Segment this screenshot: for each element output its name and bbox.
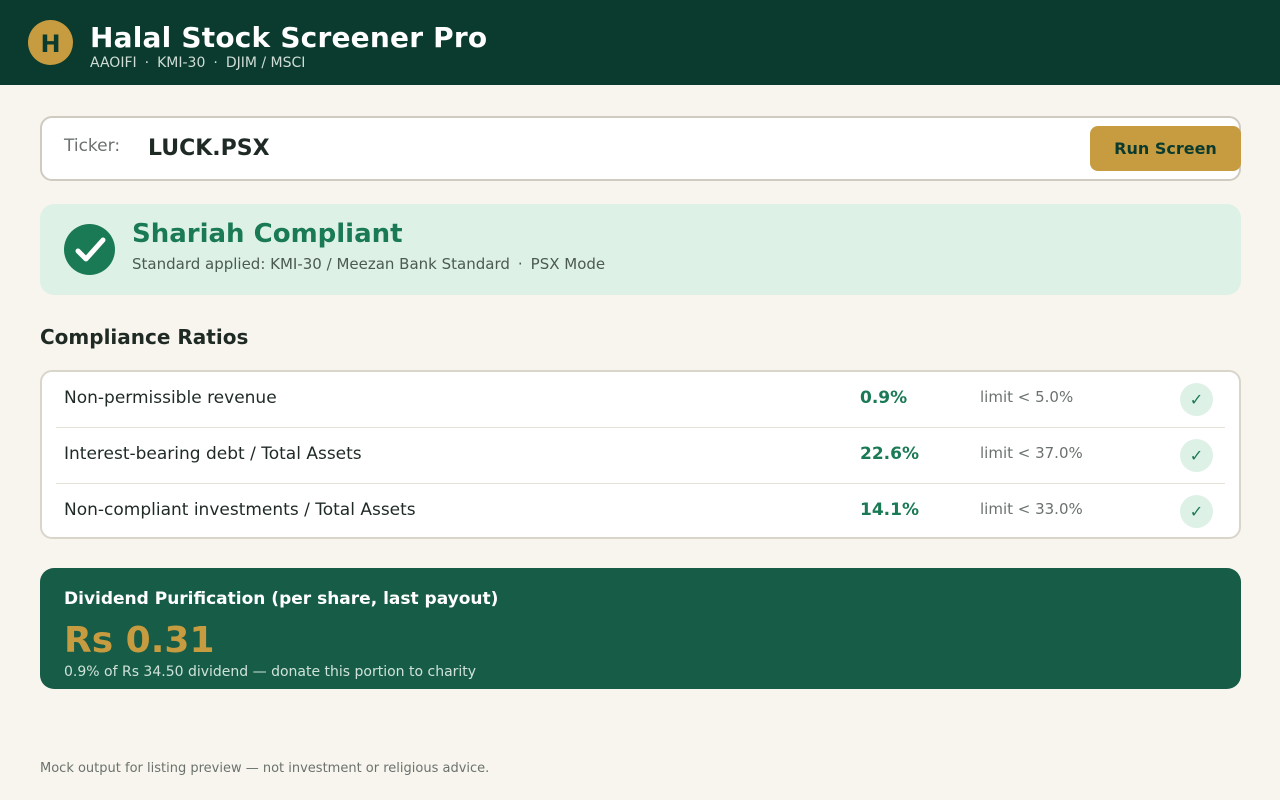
ratio-name: Interest-bearing debt / Total Assets: [64, 444, 362, 464]
compliance-ratios-heading: Compliance Ratios: [40, 325, 249, 349]
pass-check-icon: ✓: [1180, 495, 1213, 528]
logo-letter: H: [40, 30, 61, 58]
disclaimer-footer: Mock output for listing preview — not in…: [40, 761, 490, 776]
status-title: Shariah Compliant: [132, 219, 403, 249]
purification-title: Dividend Purification (per share, last p…: [64, 589, 499, 609]
purification-note: 0.9% of Rs 34.50 dividend — donate this …: [64, 664, 477, 680]
compliance-ratios-table: Non-permissible revenue 0.9% limit < 5.0…: [40, 370, 1241, 539]
standard-applied: Standard applied: KMI-30 / Meezan Bank S…: [132, 255, 510, 273]
app-title: Halal Stock Screener Pro: [90, 21, 488, 54]
separator-dot: ·: [144, 55, 150, 71]
ticker-input[interactable]: [148, 128, 1048, 168]
ratio-value: 22.6%: [860, 444, 919, 464]
standards-list: AAOIFI · KMI-30 · DJIM / MSCI: [90, 55, 305, 71]
ratio-row-investments: Non-compliant investments / Total Assets…: [56, 483, 1225, 539]
ratio-limit: limit < 5.0%: [980, 388, 1074, 406]
compliance-status-banner: Shariah Compliant Standard applied: KMI-…: [40, 204, 1241, 295]
run-screen-button[interactable]: Run Screen: [1090, 126, 1241, 171]
app-root: H Halal Stock Screener Pro AAOIFI · KMI-30…: [0, 0, 1280, 800]
purification-amount: Rs 0.31: [64, 620, 215, 661]
ratio-row-debt: Interest-bearing debt / Total Assets 22.…: [56, 427, 1225, 483]
ratio-name: Non-permissible revenue: [64, 388, 277, 408]
ratio-value: 0.9%: [860, 388, 908, 408]
ticker-search-bar: Ticker: Run Screen: [40, 116, 1241, 181]
standard-djim-msci: DJIM / MSCI: [225, 55, 306, 71]
pass-check-icon: ✓: [1180, 383, 1213, 416]
ratio-value: 14.1%: [860, 500, 919, 520]
mode-label: PSX Mode: [530, 255, 606, 273]
ticker-label: Ticker:: [64, 136, 121, 156]
pass-check-icon: ✓: [1180, 439, 1213, 472]
dividend-purification-card: Dividend Purification (per share, last p…: [40, 568, 1241, 689]
ratio-limit: limit < 37.0%: [980, 444, 1083, 462]
status-subtitle: Standard applied: KMI-30 / Meezan Bank S…: [132, 255, 605, 273]
ratio-row-revenue: Non-permissible revenue 0.9% limit < 5.0…: [56, 372, 1225, 428]
check-icon: [64, 224, 115, 275]
ratio-limit: limit < 33.0%: [980, 500, 1083, 518]
ratio-name: Non-compliant investments / Total Assets: [64, 500, 416, 520]
app-header: H Halal Stock Screener Pro AAOIFI · KMI-30…: [0, 0, 1280, 85]
standard-aaoifi: AAOIFI: [90, 55, 137, 71]
standard-kmi30: KMI-30: [157, 55, 206, 71]
separator-dot: ·: [213, 55, 218, 71]
separator-dot: ·: [517, 255, 523, 273]
app-logo: H: [28, 20, 73, 65]
